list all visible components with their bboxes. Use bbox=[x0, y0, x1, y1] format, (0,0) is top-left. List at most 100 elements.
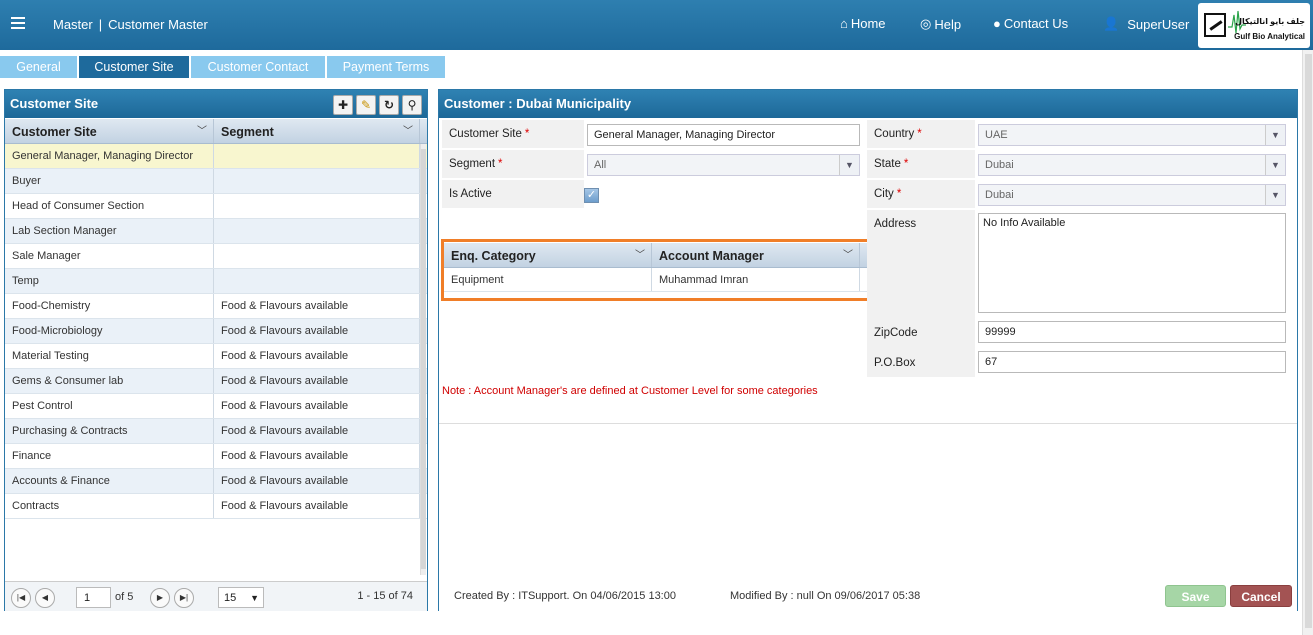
column-enq-category[interactable]: Enq. Category ﹀ bbox=[444, 243, 652, 267]
modified-by-text: Modified By : null On 09/06/2017 05:38 bbox=[730, 590, 921, 602]
enq-category-cell: Equipment bbox=[444, 268, 652, 291]
nav-help[interactable]: ◎ Help bbox=[920, 16, 961, 32]
city-label: City * bbox=[867, 180, 975, 208]
created-by-text: Created By : ITSupport. On 04/06/2015 13… bbox=[454, 590, 676, 602]
tab-payment-terms[interactable]: Payment Terms bbox=[327, 56, 445, 78]
segment-cell bbox=[214, 269, 420, 293]
customer-detail-title: Customer : Dubai Municipality bbox=[439, 90, 1297, 118]
table-row[interactable]: Gems & Consumer lab Food & Flavours avail… bbox=[5, 369, 427, 394]
segment-cell: Food & Flavours available bbox=[214, 344, 420, 368]
table-row[interactable]: Food-Microbiology Food & Flavours availab… bbox=[5, 319, 427, 344]
grid-pager: |◀ ◀ 1 of 5 ▶ ▶| 15 ▼ 1 - 15 of 74 bbox=[5, 581, 427, 611]
chat-icon: ● bbox=[993, 16, 1001, 31]
state-label: State * bbox=[867, 150, 975, 178]
cancel-button[interactable]: Cancel bbox=[1230, 585, 1292, 607]
country-value: UAE bbox=[985, 129, 1008, 141]
nav-home[interactable]: ⌂ Home bbox=[840, 16, 886, 31]
table-row[interactable]: Lab Section Manager bbox=[5, 219, 427, 244]
segment-cell: Food & Flavours available bbox=[214, 369, 420, 393]
customer-site-label: Customer Site * bbox=[442, 120, 584, 148]
nav-contact[interactable]: ● Contact Us bbox=[993, 16, 1068, 31]
pobox-input[interactable]: 67 bbox=[978, 351, 1286, 373]
table-row[interactable]: Head of Consumer Section bbox=[5, 194, 427, 219]
segment-label: Segment * bbox=[442, 150, 584, 178]
page-size-select[interactable]: 15 ▼ bbox=[218, 587, 264, 608]
table-row[interactable]: Purchasing & Contracts Food & Flavours av… bbox=[5, 419, 427, 444]
table-row[interactable]: Buyer bbox=[5, 169, 427, 194]
account-manager-grid-header: Enq. Category ﹀ Account Manager ﹀ bbox=[444, 242, 867, 268]
page-number-input[interactable]: 1 bbox=[76, 587, 111, 608]
city-select[interactable]: Dubai ▼ bbox=[978, 184, 1286, 206]
column-segment[interactable]: Segment ﹀ bbox=[214, 119, 420, 143]
save-button[interactable]: Save bbox=[1165, 585, 1226, 607]
next-page-icon[interactable]: ▶ bbox=[150, 588, 170, 608]
table-row[interactable]: Finance Food & Flavours available bbox=[5, 444, 427, 469]
customer-site-input[interactable]: General Manager, Managing Director bbox=[587, 124, 860, 146]
logo-arabic-text: جلف بايو انالتيكال bbox=[1235, 17, 1305, 26]
add-icon[interactable]: ✚ bbox=[333, 95, 353, 115]
chevron-down-icon[interactable]: ﹀ bbox=[197, 119, 207, 145]
dropdown-arrow-icon[interactable]: ▼ bbox=[1265, 155, 1285, 175]
state-select[interactable]: Dubai ▼ bbox=[978, 154, 1286, 176]
dropdown-arrow-icon[interactable]: ▼ bbox=[839, 155, 859, 175]
search-icon[interactable]: ⚲ bbox=[402, 95, 422, 115]
address-textarea[interactable]: No Info Available bbox=[978, 213, 1286, 313]
table-row[interactable]: Material Testing Food & Flavours availabl… bbox=[5, 344, 427, 369]
account-manager-cell: Muhammad Imran bbox=[652, 268, 860, 291]
city-value: Dubai bbox=[985, 189, 1014, 201]
dropdown-arrow-icon: ▼ bbox=[250, 593, 259, 603]
tab-general[interactable]: General bbox=[0, 56, 77, 78]
hamburger-menu-icon[interactable] bbox=[11, 17, 25, 29]
table-row[interactable]: General Manager, Managing Director bbox=[5, 144, 427, 169]
nav-contact-label: Contact Us bbox=[1003, 16, 1069, 31]
customer-site-cell: Food-Chemistry bbox=[5, 294, 214, 318]
country-label: Country * bbox=[867, 120, 975, 148]
customer-site-cell: Purchasing & Contracts bbox=[5, 419, 214, 443]
tab-customer-site[interactable]: Customer Site bbox=[79, 56, 189, 78]
customer-site-cell: Lab Section Manager bbox=[5, 219, 214, 243]
site-grid-body: General Manager, Managing Director Buyer H… bbox=[5, 144, 427, 519]
dropdown-arrow-icon[interactable]: ▼ bbox=[1265, 185, 1285, 205]
customer-site-cell: Temp bbox=[5, 269, 214, 293]
breadcrumb-page: Customer Master bbox=[108, 17, 208, 32]
table-row[interactable]: Equipment Muhammad Imran bbox=[444, 268, 867, 292]
is-active-checkbox[interactable]: ✓ bbox=[584, 188, 599, 203]
edit-icon[interactable]: ✎ bbox=[356, 95, 376, 115]
segment-cell: Food & Flavours available bbox=[214, 319, 420, 343]
column-customer-site[interactable]: Customer Site ﹀ bbox=[5, 119, 214, 143]
table-row[interactable]: Pest Control Food & Flavours available bbox=[5, 394, 427, 419]
column-account-manager[interactable]: Account Manager ﹀ bbox=[652, 243, 860, 267]
refresh-icon[interactable]: ↻ bbox=[379, 95, 399, 115]
segment-cell: Food & Flavours available bbox=[214, 394, 420, 418]
column-segment-label: Segment bbox=[221, 125, 274, 139]
table-row[interactable]: Food-Chemistry Food & Flavours available bbox=[5, 294, 427, 319]
dropdown-arrow-icon[interactable]: ▼ bbox=[1265, 125, 1285, 145]
country-select[interactable]: UAE ▼ bbox=[978, 124, 1286, 146]
page-scrollbar[interactable] bbox=[1302, 50, 1313, 635]
segment-select[interactable]: All ▼ bbox=[587, 154, 860, 176]
customer-site-cell: Gems & Consumer lab bbox=[5, 369, 214, 393]
table-row[interactable]: Contracts Food & Flavours available bbox=[5, 494, 427, 519]
chevron-down-icon[interactable]: ﹀ bbox=[403, 119, 413, 145]
zipcode-input[interactable]: 99999 bbox=[978, 321, 1286, 343]
breadcrumb-root[interactable]: Master bbox=[53, 17, 93, 32]
nav-user[interactable]: 👤 SuperUser bbox=[1103, 16, 1189, 32]
first-page-icon[interactable]: |◀ bbox=[11, 588, 31, 608]
chevron-down-icon[interactable]: ﹀ bbox=[843, 243, 853, 269]
prev-page-icon[interactable]: ◀ bbox=[35, 588, 55, 608]
last-page-icon[interactable]: ▶| bbox=[174, 588, 194, 608]
lifebuoy-icon: ◎ bbox=[920, 16, 932, 31]
segment-cell bbox=[214, 219, 420, 243]
table-row[interactable]: Temp bbox=[5, 269, 427, 294]
table-row[interactable]: Sale Manager bbox=[5, 244, 427, 269]
tab-customer-contact[interactable]: Customer Contact bbox=[191, 56, 325, 78]
is-active-label: Is Active bbox=[442, 180, 584, 208]
customer-detail-panel: Customer : Dubai Municipality Customer S… bbox=[438, 89, 1298, 611]
table-row[interactable]: Accounts & Finance Food & Flavours availa… bbox=[5, 469, 427, 494]
customer-site-cell: Pest Control bbox=[5, 394, 214, 418]
customer-site-cell: Buyer bbox=[5, 169, 214, 193]
chevron-down-icon[interactable]: ﹀ bbox=[635, 243, 645, 269]
grid-scrollbar[interactable] bbox=[420, 144, 426, 575]
customer-site-cell: Head of Consumer Section bbox=[5, 194, 214, 218]
column-enq-category-label: Enq. Category bbox=[451, 249, 536, 263]
